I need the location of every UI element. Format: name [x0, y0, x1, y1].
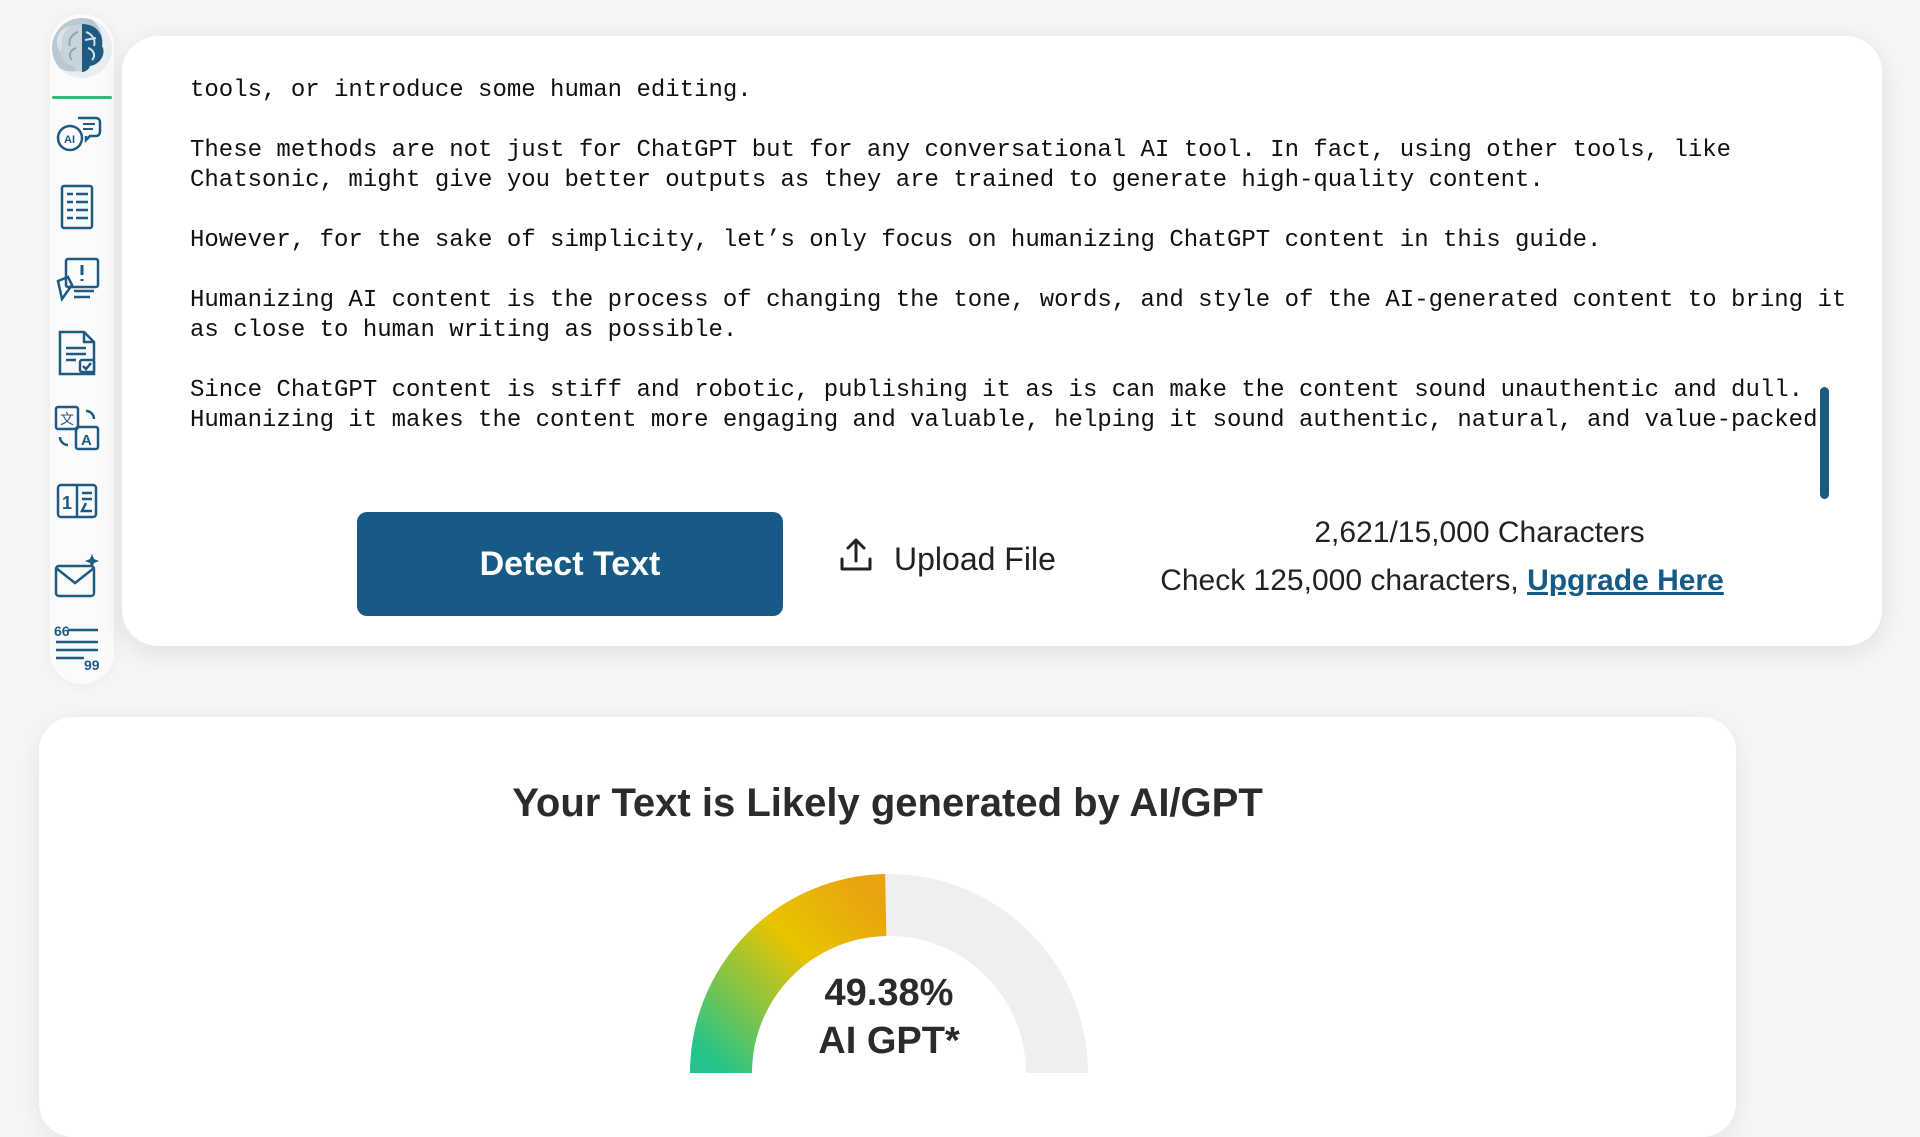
text-paragraph: Since ChatGPT content is stiff and robot… [190, 377, 1832, 434]
email-writer-icon[interactable] [52, 552, 102, 602]
document-list-icon[interactable] [52, 182, 102, 232]
quote-icon[interactable]: 66 99 [52, 622, 102, 672]
translate-icon[interactable]: 文A [52, 403, 102, 453]
editor-card: If you're wondering how to make ChatGPT … [122, 36, 1882, 646]
detect-text-button[interactable]: Detect Text [357, 512, 783, 616]
upgrade-notice: Check 125,000 characters, Upgrade Here [1142, 564, 1742, 598]
ai-percent: 49.38% [824, 972, 954, 1014]
character-count: 2,621/15,000 Characters [1314, 516, 1645, 549]
text-input-area[interactable]: If you're wondering how to make ChatGPT … [190, 76, 1880, 541]
ai-label: AI GPT* [818, 1020, 960, 1062]
svg-text:1: 1 [62, 493, 72, 513]
upload-icon [836, 535, 876, 583]
svg-text:A: A [81, 432, 92, 449]
document-check-icon[interactable] [52, 328, 102, 378]
svg-text:AI: AI [64, 134, 75, 146]
scrollbar[interactable] [1820, 387, 1829, 499]
text-content: If you're wondering how to make ChatGPT … [190, 76, 1880, 466]
ai-chat-icon[interactable]: AI [52, 110, 102, 160]
text-paragraph: However, for the sake of simplicity, let… [190, 227, 1602, 254]
word-counter-icon[interactable]: 1 [52, 477, 102, 527]
text-paragraph: If you're wondering how to make ChatGPT … [190, 77, 752, 104]
text-paragraph: These methods are not just for ChatGPT b… [190, 137, 1746, 194]
upgrade-prefix: Check 125,000 characters, [1160, 564, 1528, 597]
result-title: Your Text is Likely generated by AI/GPT [512, 781, 1263, 825]
brain-logo-icon[interactable] [52, 18, 112, 78]
text-paragraph: Humanizing AI content is the process of … [190, 287, 1861, 344]
svg-text:66: 66 [54, 623, 70, 639]
upload-file-label: Upload File [894, 540, 1056, 577]
svg-text:99: 99 [84, 657, 100, 672]
sidebar-active-indicator [52, 96, 112, 99]
result-card: Your Text is Likely generated by AI/GPT … [39, 717, 1736, 1137]
svg-text:文: 文 [60, 412, 74, 428]
upgrade-link[interactable]: Upgrade Here [1527, 564, 1724, 597]
content-tools-icon[interactable] [52, 255, 102, 305]
upload-file-button[interactable]: Upload File [836, 536, 1056, 582]
gauge-readout: 49.38% AI GPT* [689, 969, 1089, 1065]
